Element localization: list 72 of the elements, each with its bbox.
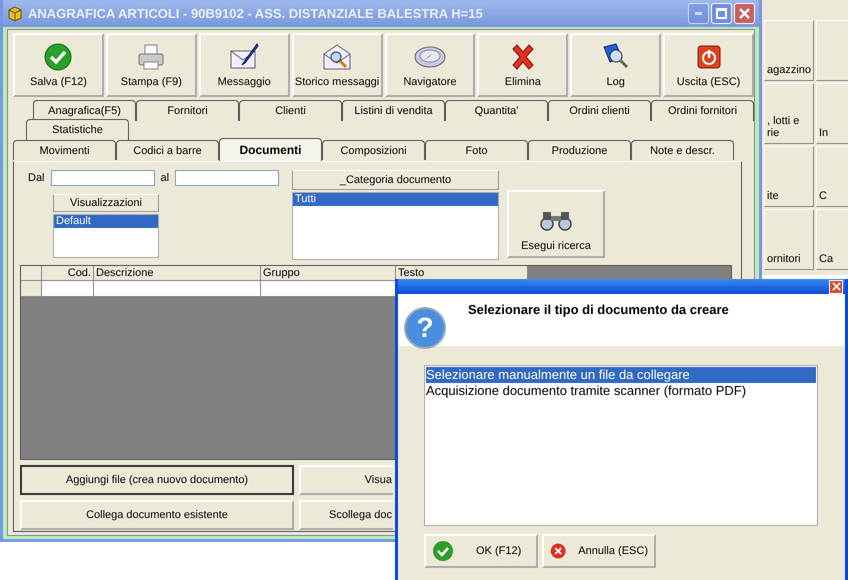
list-header: _Categoria documento — [292, 170, 499, 190]
tab[interactable]: Documenti — [219, 138, 322, 161]
tab[interactable]: Quantita' — [445, 100, 548, 121]
toolbar-button[interactable]: Stampa (F9) — [106, 33, 197, 97]
check-icon — [43, 42, 74, 72]
toolbar-button[interactable]: Storico messaggi — [292, 33, 382, 97]
minimize-button[interactable] — [688, 3, 709, 24]
tile-button[interactable]: In — [816, 83, 848, 144]
toolbar-button[interactable]: Navigatore — [384, 33, 476, 97]
list-item[interactable]: Tutti — [293, 193, 498, 206]
close-icon — [739, 8, 750, 19]
action-button[interactable]: Visua — [299, 465, 393, 495]
tab[interactable]: Composizioni — [322, 140, 425, 160]
box-icon — [7, 6, 23, 22]
tab[interactable]: Listini di vendita — [342, 100, 445, 121]
column-header[interactable]: Gruppo — [261, 266, 396, 281]
maximize-button[interactable] — [711, 3, 732, 24]
to-label: al — [160, 172, 170, 184]
action-button[interactable]: Aggiungi file (crea nuovo documento) — [20, 465, 294, 495]
tab[interactable]: Clienti — [239, 100, 342, 121]
dialog-heading: Selezionare il tipo di documento da creare — [468, 302, 729, 317]
views-list[interactable]: Default — [53, 214, 159, 258]
close-button[interactable] — [734, 3, 755, 24]
binoculars-icon — [539, 210, 573, 232]
tab[interactable]: Foto — [425, 140, 528, 160]
table-cell — [42, 281, 94, 297]
tab[interactable]: Statistiche — [26, 119, 129, 140]
tile-button[interactable]: agazzino — [764, 20, 814, 81]
row-indicator[interactable] — [21, 281, 42, 297]
list-item[interactable]: Default — [54, 215, 158, 228]
tile-button[interactable]: C — [816, 146, 848, 207]
minimize-icon — [695, 12, 702, 15]
tab[interactable]: Produzione — [528, 140, 631, 160]
list-header: Visualizzazioni — [53, 194, 159, 212]
tab[interactable]: Anagrafica(F5) — [33, 100, 136, 121]
envelope-search-icon — [322, 42, 352, 72]
tab[interactable]: Movimenti — [13, 140, 116, 160]
tab[interactable]: Note e descr. — [631, 140, 734, 160]
tab[interactable]: Ordini fornitori — [651, 100, 754, 121]
tile-button[interactable]: Ca — [816, 209, 848, 270]
close-icon — [830, 281, 842, 292]
to-date-field[interactable] — [175, 170, 280, 186]
dialog-button[interactable]: OK (F12) — [424, 534, 538, 568]
dialog-button[interactable]: Annulla (ESC) — [542, 534, 656, 568]
tab[interactable]: Ordini clienti — [548, 100, 651, 121]
tile-button[interactable]: ornitori — [764, 209, 814, 270]
toolbar-button[interactable]: Salva (F12) — [13, 33, 104, 97]
from-date-field[interactable] — [50, 170, 155, 186]
tile-button[interactable]: , lotti e rie — [764, 83, 814, 144]
action-button[interactable]: Collega documento esistente — [20, 500, 294, 530]
tile-button[interactable]: ite — [764, 146, 814, 207]
maximize-icon — [716, 8, 727, 19]
column-header[interactable]: Descrizione — [94, 266, 261, 281]
window-title: ANAGRAFICA ARTICOLI - 90B9102 - ASS. DISTANZIALE BALESTRA H=15 — [28, 6, 484, 21]
printer-icon — [136, 42, 166, 72]
from-label: Dal — [28, 172, 45, 184]
question-icon: ? — [404, 307, 446, 349]
tab[interactable]: Fornitori — [136, 100, 239, 121]
action-button[interactable]: Scollega doc — [299, 500, 393, 530]
toolbar-button[interactable]: Uscita (ESC) — [663, 33, 754, 97]
toolbar-button[interactable]: Elimina — [477, 33, 568, 97]
option-list[interactable]: Selezionare manualmente un file da collegare Acquisizione documento tramite scanner (formato PDF) — [424, 365, 818, 526]
close-button[interactable] — [829, 280, 843, 294]
option-item[interactable]: Acquisizione documento tramite scanner (formato PDF) — [426, 383, 816, 399]
tab[interactable]: Codici a barre — [116, 140, 219, 160]
category-list[interactable]: Tutti — [292, 192, 499, 260]
option-item[interactable]: Selezionare manualmente un file da collegare — [426, 367, 816, 383]
search-button[interactable]: Esegui ricerca — [507, 190, 605, 258]
toolbar-button[interactable]: Log — [570, 33, 662, 97]
check-icon — [432, 540, 454, 562]
column-header[interactable]: Cod. — [42, 266, 94, 281]
toolbar-button[interactable]: Messaggio — [198, 33, 290, 97]
